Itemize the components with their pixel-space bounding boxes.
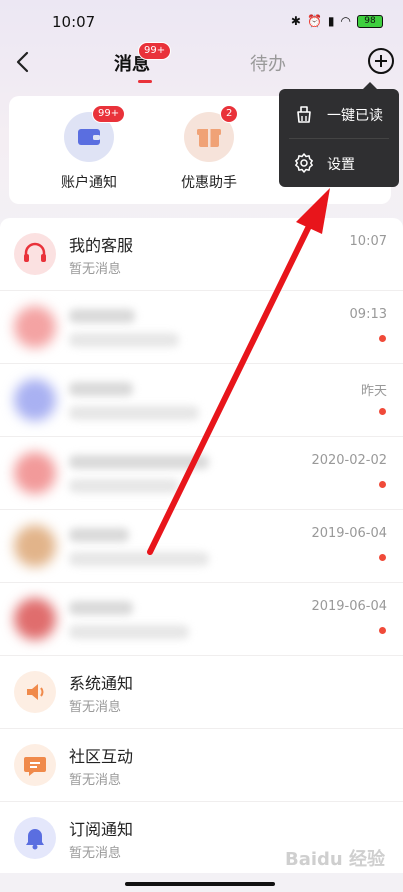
list-item[interactable]: 昨天: [0, 364, 403, 437]
avatar: [14, 452, 56, 494]
add-button[interactable]: [368, 48, 394, 74]
list-item-subtitle: 暂无消息: [69, 700, 122, 715]
gift-icon: 2: [184, 105, 239, 162]
unread-dot: [379, 408, 386, 415]
blurred-title: [69, 528, 129, 542]
list-item[interactable]: 2020-02-02: [0, 437, 403, 510]
wallet-icon: 99+: [64, 105, 126, 162]
list-item-time: 2019-06-04: [311, 599, 387, 614]
list-item[interactable]: 09:13: [0, 291, 403, 364]
list-item-system-notice[interactable]: 系统通知 暂无消息: [0, 656, 403, 729]
unread-dot: [379, 335, 386, 342]
quick-item-label: 账户通知: [61, 175, 117, 191]
chat-bubble-icon: [14, 744, 56, 786]
list-item-time: 2019-06-04: [311, 526, 387, 541]
menu-item-label: 设置: [327, 157, 355, 173]
home-indicator[interactable]: [125, 882, 275, 886]
list-item-subtitle: 暂无消息: [69, 262, 122, 277]
unread-dot: [379, 554, 386, 561]
list-item[interactable]: 2019-06-04: [0, 583, 403, 656]
coupon-helper-badge: 2: [220, 105, 239, 123]
blurred-subtitle: [69, 625, 189, 639]
list-item-subtitle: 暂无消息: [69, 846, 122, 861]
blurred-title: [69, 455, 209, 469]
headset-icon: [14, 233, 56, 275]
list-item-customer-service[interactable]: 我的客服 暂无消息 10:07: [0, 218, 403, 291]
quick-item-coupon-helper[interactable]: 2 优惠助手: [159, 105, 259, 192]
quick-item-label: 优惠助手: [181, 175, 237, 191]
status-bar: 10:07 ✱ ⏰ ▮ ◠ 98: [0, 0, 403, 44]
avatar: [14, 525, 56, 567]
chevron-left-icon: [16, 51, 29, 73]
menu-item-settings[interactable]: 设置: [279, 138, 399, 187]
back-button[interactable]: [12, 48, 36, 76]
unread-dot: [379, 627, 386, 634]
alarm-icon: ⏰: [306, 14, 322, 28]
avatar: [14, 306, 56, 348]
list-item-time: 昨天: [360, 384, 387, 399]
status-time: 10:07: [52, 13, 96, 31]
active-tab-indicator: [138, 80, 152, 83]
list-item-title: 社区互动: [69, 747, 134, 766]
speaker-icon: [14, 671, 56, 713]
menu-item-label: 一键已读: [327, 108, 383, 124]
broom-icon: [297, 106, 311, 123]
blurred-subtitle: [69, 333, 179, 347]
popup-menu: 一键已读 设置: [279, 82, 399, 187]
unread-dot: [379, 481, 386, 488]
blurred-subtitle: [69, 406, 199, 420]
message-list: 我的客服 暂无消息 10:07 09:13 昨天 2020-02-02 2019…: [0, 218, 403, 873]
account-notice-badge: 99+: [92, 105, 126, 123]
list-item-title: 系统通知: [69, 674, 134, 693]
tab-todo[interactable]: 待办: [250, 50, 286, 76]
gear-icon: [295, 153, 313, 173]
list-item-community[interactable]: 社区互动 暂无消息: [0, 729, 403, 802]
blurred-subtitle: [69, 552, 209, 566]
list-item[interactable]: 2019-06-04: [0, 510, 403, 583]
menu-item-mark-all-read[interactable]: 一键已读: [279, 89, 399, 138]
list-item-subtitle: 暂无消息: [69, 773, 122, 788]
bell-icon: [14, 817, 56, 859]
blurred-title: [69, 601, 133, 615]
wifi-icon: ◠: [340, 14, 351, 28]
battery-icon: 98: [357, 14, 383, 28]
top-nav: 消息 99+ 待办: [0, 42, 403, 86]
list-item-time: 09:13: [349, 307, 387, 322]
status-icons: ✱ ⏰ ▮ ◠ 98: [291, 14, 383, 28]
blurred-title: [69, 309, 135, 323]
blurred-title: [69, 382, 133, 396]
avatar: [14, 379, 56, 421]
blurred-subtitle: [69, 479, 179, 493]
watermark: Baidu 经验: [285, 849, 386, 870]
avatar: [14, 598, 56, 640]
list-item-time: 2020-02-02: [311, 453, 387, 468]
signal-icon: ▮: [327, 14, 335, 28]
bluetooth-icon: ✱: [290, 14, 301, 28]
list-item-title: 我的客服: [69, 236, 134, 255]
messages-badge: 99+: [138, 42, 172, 60]
list-item-title: 订阅通知: [69, 820, 134, 839]
quick-item-account-notice[interactable]: 99+ 账户通知: [39, 105, 139, 192]
list-item-time: 10:07: [349, 234, 387, 249]
